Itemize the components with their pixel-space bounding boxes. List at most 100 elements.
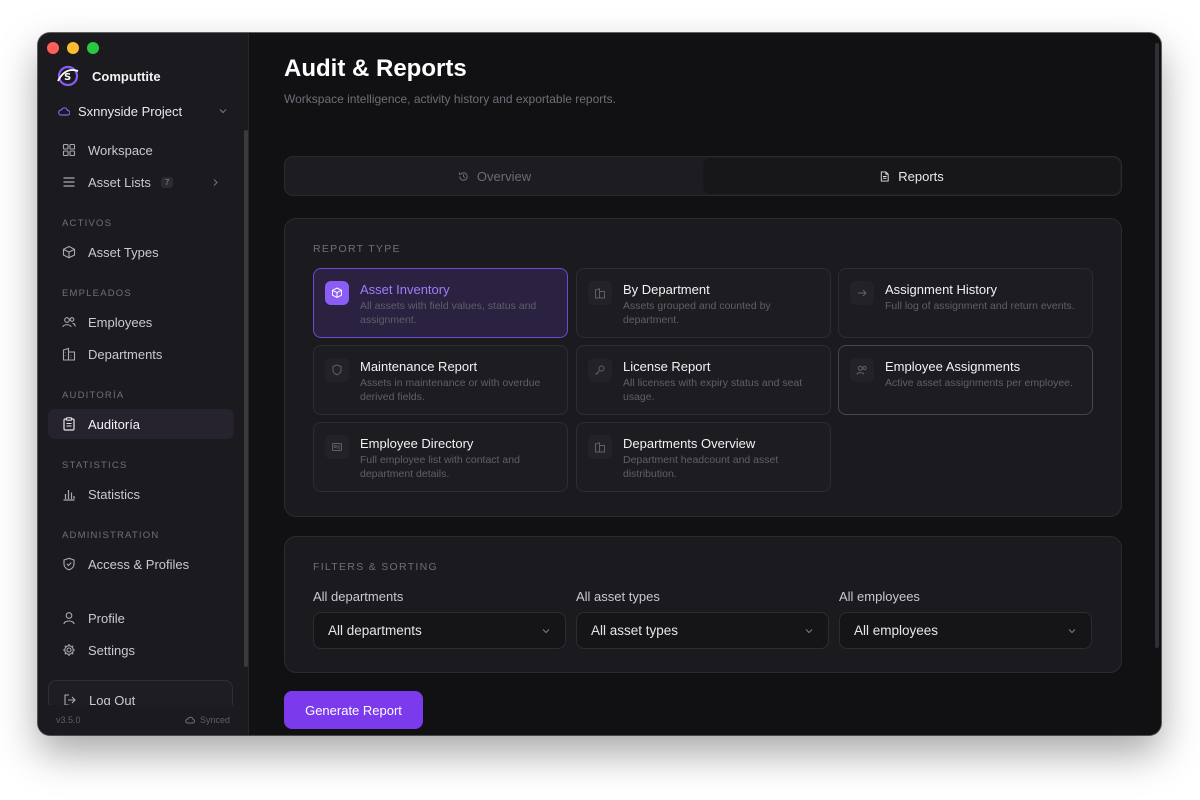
brand-logo-icon: S [57,65,79,87]
card-title: Departments Overview [623,436,756,451]
app-window: S Computtite Sxnnyside Project Workspace… [38,33,1161,735]
section-label-auditoria: AUDITORÍA [62,390,125,401]
chevron-down-icon [219,109,227,114]
asset-type-filter-label: All asset types [576,589,660,604]
sidebar-item-label: Profile [88,610,125,626]
sidebar-item-label: Departments [88,346,163,362]
department-filter-label: All departments [313,589,404,604]
tab-reports[interactable]: Reports [703,158,1120,194]
section-label-statistics: STATISTICS [62,460,128,471]
sidebar-item-employees[interactable]: Employees [48,307,234,337]
chevron-down-icon [542,628,550,633]
report-type-panel: REPORT TYPE Asset Inventory All assets w… [284,218,1122,517]
sidebar-item-label: Asset Lists [88,174,151,190]
filters-label: FILTERS & SORTING [313,561,438,573]
card-description: Department headcount and asset distribut… [623,454,779,480]
sidebar-item-label: Access & Profiles [88,556,190,572]
section-label-empleados: EMPLEADOS [62,288,132,299]
department-filter: All departments All departments [313,589,566,649]
page-subtitle: Workspace intelligence, activity history… [284,92,616,106]
minimize-window-button[interactable] [67,42,79,54]
card-description: Assets grouped and counted by department… [623,300,771,326]
project-switcher[interactable]: Sxnnyside Project [58,101,228,121]
users-icon [62,317,76,328]
sidebar-item-workspace[interactable]: Workspace [48,135,234,165]
version-label: v3.5.0 [56,715,81,725]
filters-panel: FILTERS & SORTING All departments All de… [284,536,1122,673]
sidebar-item-access-profiles[interactable]: Access & Profiles [48,549,234,579]
department-select-value: All departments [328,623,422,638]
sidebar-item-asset-types[interactable]: Asset Types [48,237,234,267]
sidebar-item-departments[interactable]: Departments [48,339,234,369]
sidebar-item-statistics[interactable]: Statistics [48,479,234,509]
section-label-activos: ACTIVOS [62,218,113,229]
sidebar-item-label: Workspace [88,142,153,158]
report-card-assignment-history[interactable]: Assignment History Full log of assignmen… [838,268,1093,338]
chevron-down-icon [805,628,813,633]
main-content: Audit & Reports Workspace intelligence, … [249,33,1161,735]
card-title: Maintenance Report [360,359,478,374]
report-card-departments-overview[interactable]: Departments Overview Department headcoun… [576,422,831,492]
tab-bar: Overview Reports [284,156,1122,196]
card-title: Employee Directory [360,436,474,451]
card-description: All licenses with expiry status and seat… [623,377,803,403]
card-title: Asset Inventory [360,282,450,297]
close-window-button[interactable] [47,42,59,54]
cloud-icon [185,716,195,724]
card-title: Assignment History [885,282,997,297]
svg-text:S: S [64,72,71,83]
shield-icon [63,557,75,571]
history-icon [458,171,468,181]
report-type-label: REPORT TYPE [313,243,401,255]
bar-chart-icon [63,490,75,501]
sidebar-item-asset-lists[interactable]: Asset Lists 7 [48,167,234,197]
sidebar-item-label: Settings [88,642,135,658]
report-card-by-department[interactable]: By Department Assets grouped and counted… [576,268,831,338]
cloud-icon [58,107,70,116]
report-card-employee-assignments[interactable]: Employee Assignments Active asset assign… [838,345,1093,415]
employee-filter: All employees All employees [839,589,1092,649]
generate-report-button[interactable]: Generate Report [284,691,423,729]
asset-type-select[interactable]: All asset types [576,612,829,649]
chevron-right-icon [213,178,218,186]
report-card-license-report[interactable]: License Report All licenses with expiry … [576,345,831,415]
arrow-right-icon [850,281,874,305]
section-label-administration: ADMINISTRATION [62,530,160,541]
employee-select[interactable]: All employees [839,612,1092,649]
tab-label: Overview [476,168,532,184]
card-description: Full employee list with contact and depa… [360,454,520,480]
sidebar-scrollbar[interactable] [244,130,248,667]
window-controls [47,42,99,54]
department-select[interactable]: All departments [313,612,566,649]
sidebar-item-label: Asset Types [88,244,159,260]
report-card-maintenance-report[interactable]: Maintenance Report Assets in maintenance… [313,345,568,415]
sidebar-item-auditoria[interactable]: Auditoría [48,409,234,439]
sidebar-item-label: Employees [88,314,153,330]
sidebar: S Computtite Sxnnyside Project Workspace… [38,33,249,735]
sidebar-bottom-nav: Profile Settings [48,603,234,667]
card-title: By Department [623,282,710,297]
building-icon [588,435,612,459]
clipboard-icon [63,417,75,431]
report-card-employee-directory[interactable]: Employee Directory Full employee list wi… [313,422,568,492]
sidebar-item-profile[interactable]: Profile [48,603,234,633]
chevron-down-icon [1068,628,1076,633]
maximize-window-button[interactable] [87,42,99,54]
card-title: Employee Assignments [885,359,1021,374]
main-scrollbar[interactable] [1155,43,1159,648]
page-title: Audit & Reports [284,55,467,82]
list-icon [63,177,75,187]
shield-icon [325,358,349,382]
sidebar-nav: Workspace Asset Lists 7 ACTIVOS Asset Ty… [48,135,234,581]
sidebar-item-label: Auditoría [88,416,141,432]
sync-status-label: Synced [199,715,230,725]
report-card-asset-inventory[interactable]: Asset Inventory All assets with field va… [313,268,568,338]
users-icon [850,358,874,382]
employee-filter-label: All employees [839,589,920,604]
asset-type-filter: All asset types All asset types [576,589,829,649]
key-icon [588,358,612,382]
tab-overview[interactable]: Overview [286,158,703,194]
employee-select-value: All employees [854,623,939,638]
count-badge: 7 [160,176,174,188]
sidebar-item-settings[interactable]: Settings [48,635,234,665]
